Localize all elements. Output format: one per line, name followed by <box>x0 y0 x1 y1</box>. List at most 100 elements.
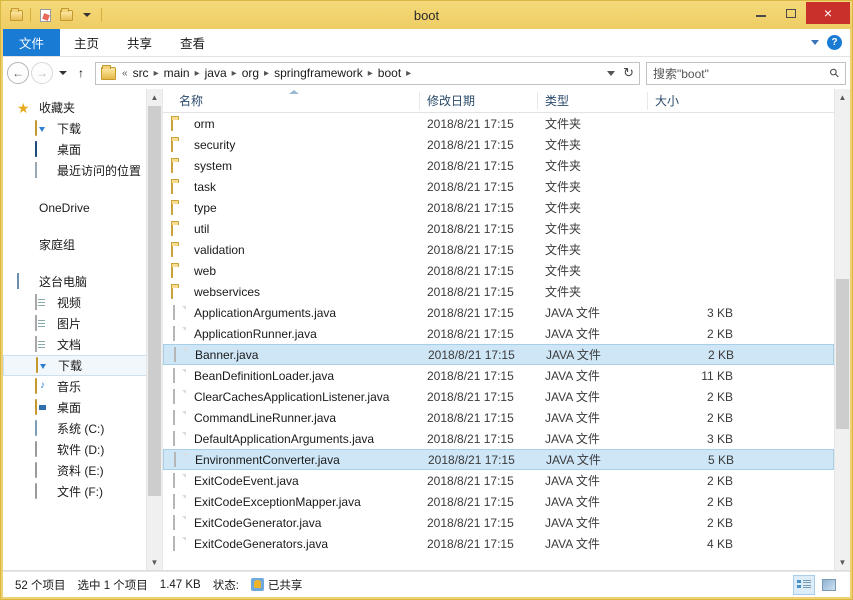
details-view-button[interactable] <box>793 574 815 595</box>
table-row[interactable]: ExitCodeGenerator.java 2018/8/21 17:15 JAV… <box>163 512 834 533</box>
divider <box>101 8 102 22</box>
forward-button[interactable]: → <box>31 62 53 84</box>
history-dropdown-icon[interactable] <box>55 62 71 84</box>
cell-name: ExitCodeGenerator.java <box>171 514 427 531</box>
file-list-scrollbar[interactable]: ▲ ▼ <box>834 89 850 570</box>
new-folder-icon[interactable] <box>56 5 76 25</box>
file-name: Banner.java <box>195 347 259 362</box>
table-row[interactable]: ApplicationArguments.java 2018/8/21 17:15… <box>163 302 834 323</box>
sidebar-item-drive-c[interactable]: 系统 (C:) <box>3 418 162 439</box>
table-row[interactable]: CommandLineRunner.java 2018/8/21 17:15 JAV… <box>163 407 834 428</box>
sidebar-item-label: 音乐 <box>57 380 82 394</box>
breadcrumb-separator[interactable]: ▸ <box>192 68 203 79</box>
chevron-down-icon[interactable] <box>811 40 819 45</box>
up-button[interactable]: ↑ <box>73 62 89 84</box>
sidebar-scrollbar[interactable]: ▲ ▼ <box>146 89 162 570</box>
scroll-down-icon[interactable]: ▼ <box>835 554 850 570</box>
breadcrumb-separator[interactable]: ▸ <box>229 68 240 79</box>
cell-type: 文件夹 <box>545 222 582 236</box>
table-row[interactable]: webservices 2018/8/21 17:15 文件夹 <box>163 281 834 302</box>
cell-type: 文件夹 <box>545 285 582 299</box>
search-input[interactable]: 搜索"boot" ⚲ <box>646 61 846 85</box>
sidebar-item-documents[interactable]: 文档 <box>3 334 162 355</box>
scroll-up-icon[interactable]: ▲ <box>147 89 162 105</box>
table-row[interactable]: ExitCodeGenerators.java 2018/8/21 17:15 JA… <box>163 533 834 554</box>
breadcrumb-separator[interactable]: ▸ <box>365 68 376 79</box>
chevron-down-icon[interactable] <box>607 70 616 76</box>
tab-home[interactable]: 主页 <box>60 29 113 56</box>
sidebar-item-drive-d[interactable]: 软件 (D:) <box>3 439 162 460</box>
table-row[interactable]: ExitCodeExceptionMapper.java 2018/8/21 17… <box>163 491 834 512</box>
folder-icon[interactable] <box>6 5 26 25</box>
scroll-down-icon[interactable]: ▼ <box>147 554 162 570</box>
table-row[interactable]: security 2018/8/21 17:15 文件夹 <box>163 134 834 155</box>
column-header-date[interactable]: 修改日期 <box>419 89 537 113</box>
table-row[interactable]: validation 2018/8/21 17:15 文件夹 <box>163 239 834 260</box>
large-icons-view-button[interactable] <box>818 575 840 595</box>
breadcrumb-separator[interactable]: ▸ <box>151 68 162 79</box>
breadcrumb-item-java[interactable]: java <box>203 66 229 80</box>
table-row[interactable]: ExitCodeEvent.java 2018/8/21 17:15 JAVA 文件… <box>163 470 834 491</box>
column-label: 名称 <box>179 94 204 108</box>
sidebar-item-downloads[interactable]: 下载 <box>3 355 162 376</box>
table-row[interactable]: system 2018/8/21 17:15 文件夹 <box>163 155 834 176</box>
sidebar-group-onedrive[interactable]: OneDrive <box>3 197 162 218</box>
cell-type: 文件夹 <box>545 201 582 215</box>
drive-icon <box>35 482 51 500</box>
table-row[interactable]: orm 2018/8/21 17:15 文件夹 <box>163 113 834 134</box>
refresh-icon[interactable]: ↻ <box>623 65 634 81</box>
column-header-size[interactable]: 大小 <box>647 89 737 113</box>
sidebar-item-drive-f[interactable]: 文件 (F:) <box>3 481 162 502</box>
maximize-button[interactable] <box>776 2 806 24</box>
cell-date: 2018/8/21 17:15 <box>427 473 514 488</box>
shared-status: 已共享 <box>245 577 309 593</box>
table-row[interactable]: DefaultApplicationArguments.java 2018/8/2… <box>163 428 834 449</box>
sidebar-item-downloads-fav[interactable]: 下载 <box>3 118 162 139</box>
sidebar-item-desktop-fav[interactable]: 桌面 <box>3 139 162 160</box>
breadcrumb-item-springframework[interactable]: springframework <box>272 66 365 80</box>
column-header-type[interactable]: 类型 <box>537 89 647 113</box>
table-row[interactable]: Banner.java 2018/8/21 17:15 JAVA 文件 2 KB <box>163 344 834 365</box>
breadcrumb-separator[interactable]: ▸ <box>403 68 414 79</box>
customize-dropdown-icon[interactable] <box>77 5 97 25</box>
scrollbar-thumb[interactable] <box>836 279 849 429</box>
tab-view[interactable]: 查看 <box>166 29 219 56</box>
breadcrumb-overflow[interactable]: « <box>119 68 131 79</box>
file-list-pane: 名称 修改日期 类型 大小 orm 2018/8/21 17:15 文件夹 secur… <box>163 89 850 570</box>
sidebar-group-homegroup[interactable]: 家庭组 <box>3 234 162 255</box>
help-icon[interactable]: ? <box>827 35 842 50</box>
sidebar-group-favorites[interactable]: ★ 收藏夹 <box>3 97 162 118</box>
folder-icon <box>171 199 187 216</box>
sidebar-item-drive-e[interactable]: 资料 (E:) <box>3 460 162 481</box>
breadcrumb[interactable]: « src ▸ main ▸ java ▸ org ▸ springframew… <box>95 61 640 85</box>
sidebar-item-music[interactable]: 音乐 <box>3 376 162 397</box>
close-button[interactable]: × <box>806 2 850 24</box>
sidebar-item-videos[interactable]: 视频 <box>3 292 162 313</box>
properties-icon[interactable] <box>35 5 55 25</box>
breadcrumb-item-boot[interactable]: boot <box>376 66 403 80</box>
table-row[interactable]: BeanDefinitionLoader.java 2018/8/21 17:15… <box>163 365 834 386</box>
sidebar-group-this-pc[interactable]: 这台电脑 <box>3 271 162 292</box>
tab-share[interactable]: 共享 <box>113 29 166 56</box>
scrollbar-thumb[interactable] <box>148 106 161 496</box>
table-row[interactable]: type 2018/8/21 17:15 文件夹 <box>163 197 834 218</box>
table-row[interactable]: ApplicationRunner.java 2018/8/21 17:15 JAV… <box>163 323 834 344</box>
column-header-name[interactable]: 名称 <box>171 89 419 113</box>
table-row[interactable]: ClearCachesApplicationListener.java 2018/… <box>163 386 834 407</box>
back-button[interactable]: ← <box>7 62 29 84</box>
breadcrumb-item-src[interactable]: src <box>131 66 151 80</box>
sidebar-item-desktop[interactable]: 桌面 <box>3 397 162 418</box>
sidebar-item-recent-places[interactable]: 最近访问的位置 <box>3 160 162 181</box>
table-row[interactable]: task 2018/8/21 17:15 文件夹 <box>163 176 834 197</box>
breadcrumb-item-main[interactable]: main <box>162 66 192 80</box>
sidebar-item-pictures[interactable]: 图片 <box>3 313 162 334</box>
table-row[interactable]: util 2018/8/21 17:15 文件夹 <box>163 218 834 239</box>
breadcrumb-separator[interactable]: ▸ <box>261 68 272 79</box>
table-row[interactable]: EnvironmentConverter.java 2018/8/21 17:15… <box>163 449 834 470</box>
minimize-button[interactable] <box>746 2 776 24</box>
sidebar-item-label: 图片 <box>57 317 82 331</box>
breadcrumb-item-org[interactable]: org <box>240 66 261 80</box>
scroll-up-icon[interactable]: ▲ <box>835 89 850 105</box>
tab-file[interactable]: 文件 <box>3 29 61 56</box>
table-row[interactable]: web 2018/8/21 17:15 文件夹 <box>163 260 834 281</box>
